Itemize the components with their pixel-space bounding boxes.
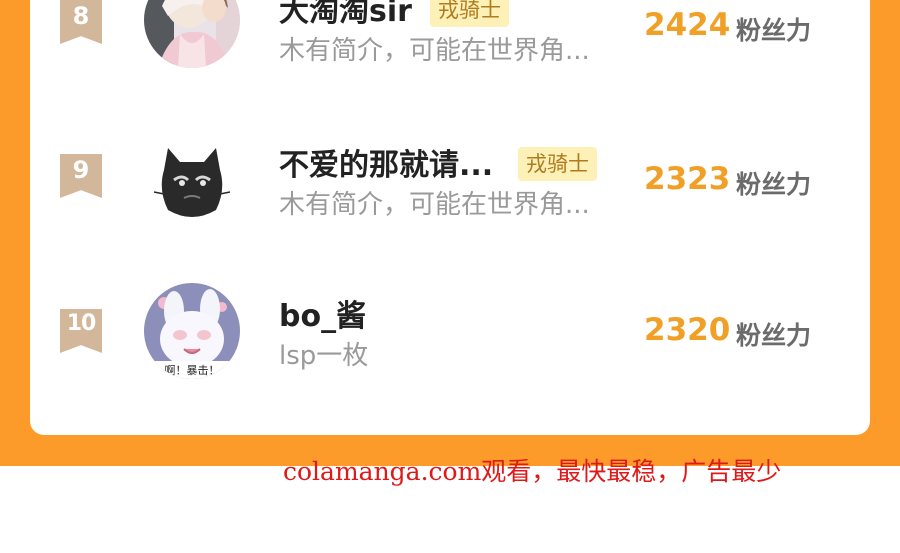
fan-score: 2424 <box>644 7 731 43</box>
title-badge: 戎骑士 <box>430 0 509 27</box>
title-badge: 戎骑士 <box>518 147 597 181</box>
watermark-text: colamanga.com观看，最快最稳，广告最少 <box>283 457 782 486</box>
leaderboard-card: 8 大淘淘sir 戎骑士 木有简介，可能在世界角... 2424 粉丝力 9 不… <box>30 0 870 435</box>
user-name[interactable]: 不爱的那就请... <box>279 140 493 184</box>
user-name[interactable]: bo_酱 <box>279 291 366 335</box>
anime-couple-avatar-icon[interactable] <box>144 0 240 68</box>
user-intro: lsp一枚 <box>279 341 369 371</box>
leaderboard-row-10[interactable]: 10 啊！暴击！ bo_酱 lsp一枚 2320 粉丝力 <box>30 283 870 383</box>
user-intro: 木有简介，可能在世界角... <box>279 36 590 66</box>
fan-score: 2323 <box>644 161 731 197</box>
avatar-caption: 啊！暴击！ <box>164 364 220 377</box>
fan-score-unit: 粉丝力 <box>736 170 812 199</box>
leaderboard-row-8[interactable]: 8 大淘淘sir 戎骑士 木有简介，可能在世界角... 2424 粉丝力 <box>30 0 870 72</box>
rank-badge: 9 <box>60 154 102 198</box>
leaderboard-row-9[interactable]: 9 不爱的那就请... 戎骑士 木有简介，可能在世界角... 2323 粉丝力 <box>30 126 870 226</box>
black-cat-avatar-icon[interactable] <box>144 126 240 222</box>
fan-score: 2320 <box>644 312 731 348</box>
fan-score-unit: 粉丝力 <box>736 16 812 45</box>
rank-badge: 8 <box>60 0 102 44</box>
fan-score-unit: 粉丝力 <box>736 321 812 350</box>
user-intro: 木有简介，可能在世界角... <box>279 190 590 220</box>
rank-badge: 10 <box>60 309 102 353</box>
user-name[interactable]: 大淘淘sir <box>279 0 412 30</box>
cartoon-bunny-avatar-icon[interactable]: 啊！暴击！ <box>144 283 240 379</box>
